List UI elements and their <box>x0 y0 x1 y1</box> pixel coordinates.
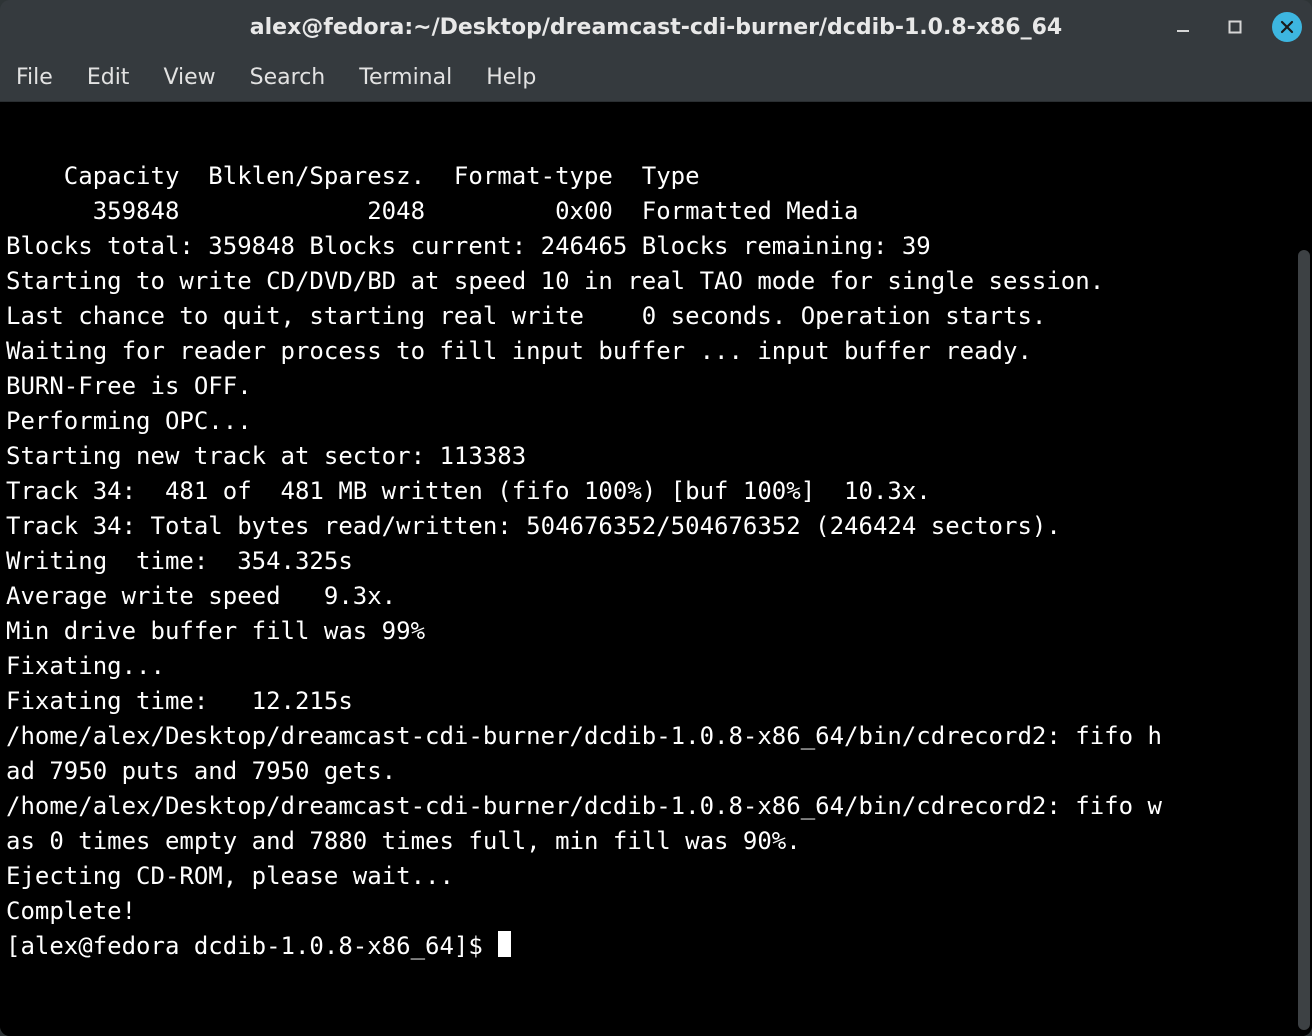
shell-prompt: [alex@fedora dcdib-1.0.8-x86_64]$ <box>6 932 497 960</box>
terminal-line: [alex@fedora dcdib-1.0.8-x86_64]$ <box>6 929 1296 964</box>
terminal-line: Fixating... <box>6 649 1296 684</box>
terminal-line: ad 7950 puts and 7950 gets. <box>6 754 1296 789</box>
terminal-output[interactable]: Capacity Blklen/Sparesz. Format-type Typ… <box>0 102 1296 1036</box>
terminal-window: alex@fedora:~/Desktop/dreamcast-cdi-burn… <box>0 0 1312 1036</box>
titlebar: alex@fedora:~/Desktop/dreamcast-cdi-burn… <box>0 0 1312 54</box>
terminal-line: Writing time: 354.325s <box>6 544 1296 579</box>
cursor <box>498 931 511 957</box>
scroll-thumb[interactable] <box>1298 250 1310 1030</box>
menubar: File Edit View Search Terminal Help <box>0 54 1312 102</box>
menu-help[interactable]: Help <box>486 65 536 90</box>
menu-terminal[interactable]: Terminal <box>359 65 452 90</box>
terminal-line: 359848 2048 0x00 Formatted Media <box>6 194 1296 229</box>
terminal-line: /home/alex/Desktop/dreamcast-cdi-burner/… <box>6 719 1296 754</box>
terminal-line: BURN-Free is OFF. <box>6 369 1296 404</box>
window-controls <box>1168 0 1302 54</box>
terminal-line: Fixating time: 12.215s <box>6 684 1296 719</box>
terminal-line <box>6 124 1296 159</box>
terminal-line: Starting to write CD/DVD/BD at speed 10 … <box>6 264 1296 299</box>
terminal-line: as 0 times empty and 7880 times full, mi… <box>6 824 1296 859</box>
menu-search[interactable]: Search <box>250 65 326 90</box>
terminal-line: /home/alex/Desktop/dreamcast-cdi-burner/… <box>6 789 1296 824</box>
maximize-button[interactable] <box>1220 12 1250 42</box>
terminal-line: Capacity Blklen/Sparesz. Format-type Typ… <box>6 159 1296 194</box>
close-icon <box>1280 20 1294 34</box>
scrollbar[interactable] <box>1296 102 1312 1036</box>
terminal-line: Waiting for reader process to fill input… <box>6 334 1296 369</box>
terminal-line: Starting new track at sector: 113383 <box>6 439 1296 474</box>
close-button[interactable] <box>1272 12 1302 42</box>
maximize-icon <box>1227 19 1243 35</box>
menu-view[interactable]: View <box>163 65 215 90</box>
menu-file[interactable]: File <box>16 65 53 90</box>
terminal-line: Ejecting CD-ROM, please wait... <box>6 859 1296 894</box>
terminal-line: Track 34: 481 of 481 MB written (fifo 10… <box>6 474 1296 509</box>
window-title: alex@fedora:~/Desktop/dreamcast-cdi-burn… <box>250 15 1062 40</box>
minimize-icon <box>1175 19 1191 35</box>
terminal-line: Min drive buffer fill was 99% <box>6 614 1296 649</box>
terminal-line: Track 34: Total bytes read/written: 5046… <box>6 509 1296 544</box>
terminal-line: Performing OPC... <box>6 404 1296 439</box>
terminal-line: Complete! <box>6 894 1296 929</box>
terminal-line: Blocks total: 359848 Blocks current: 246… <box>6 229 1296 264</box>
menu-edit[interactable]: Edit <box>87 65 130 90</box>
terminal-line: Last chance to quit, starting real write… <box>6 299 1296 334</box>
terminal-viewport: Capacity Blklen/Sparesz. Format-type Typ… <box>0 102 1312 1036</box>
terminal-line: Average write speed 9.3x. <box>6 579 1296 614</box>
minimize-button[interactable] <box>1168 12 1198 42</box>
